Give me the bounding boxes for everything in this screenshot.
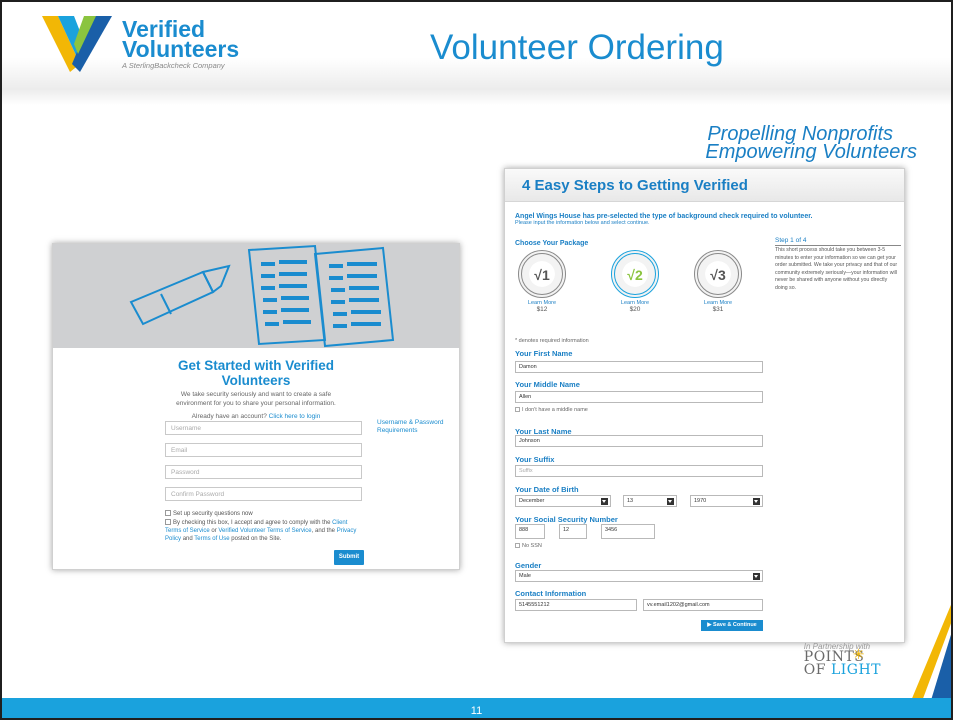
no-middle-name-option[interactable]: I don't have a middle name [515, 407, 588, 413]
login-link[interactable]: Click here to login [269, 413, 321, 420]
login-prompt-text: Already have an account? [191, 413, 267, 420]
logo-v-mark-icon [42, 16, 112, 72]
gender-dropdown-icon [753, 573, 760, 580]
step-description: This short process should take you betwe… [775, 247, 898, 291]
package-2-price: $20 [629, 306, 641, 313]
page-number: 11 [470, 705, 483, 717]
pen-and-documents-icon [129, 244, 395, 348]
dob-year-dropdown-icon [753, 498, 760, 505]
package-3[interactable]: √3 Learn More $31 [692, 250, 744, 313]
gender-value: Male [519, 573, 531, 579]
dob-month-value: December [519, 498, 545, 504]
ssn-part-1-input[interactable]: 888 [515, 524, 545, 539]
save-continue-label: Save & Continue [713, 622, 757, 628]
no-ssn-checkbox[interactable] [515, 543, 520, 548]
package-1-badge-icon[interactable]: √1 [518, 250, 566, 298]
first-name-input[interactable]: Damon [515, 361, 763, 373]
package-1-price: $12 [536, 306, 548, 313]
terms-of-use-link[interactable]: Terms of Use [194, 536, 229, 542]
contact-label: Contact Information [515, 589, 587, 598]
suffix-label: Your Suffix [515, 455, 555, 464]
no-ssn-label: No SSN [522, 543, 542, 549]
order-form-title: 4 Easy Steps to Getting Verified [522, 177, 748, 194]
package-2-level: √2 [627, 267, 643, 283]
requirements-link[interactable]: Username & Password Requirements [377, 419, 457, 435]
terms-or-text: or [211, 528, 217, 534]
package-3-price: $31 [712, 306, 724, 313]
logo-tagline: A SterlingBackcheck Company [122, 61, 225, 70]
password-input[interactable]: Password [165, 465, 362, 479]
ssn-part-2-input[interactable]: 12 [559, 524, 587, 539]
security-questions-option[interactable]: Set up security questions now [165, 510, 365, 518]
security-questions-label: Set up security questions now [173, 511, 253, 517]
slide-title: Volunteer Ordering [430, 28, 724, 67]
logo-word-volunteers: Volunteers [122, 36, 240, 62]
vv-terms-link[interactable]: Verified Volunteer Terms of Service [218, 528, 311, 534]
gender-label: Gender [515, 561, 542, 570]
required-note: * denotes required information [515, 338, 589, 344]
terms-and-text: and [182, 536, 193, 542]
dob-month-dropdown-icon [601, 498, 608, 505]
middle-name-input[interactable]: Allen [515, 391, 763, 403]
signup-description: We take security seriously and want to c… [176, 391, 336, 407]
confirm-password-input[interactable]: Confirm Password [165, 487, 362, 501]
terms-posted-text: posted on the Site. [231, 536, 282, 542]
dob-year-value: 1970 [694, 498, 707, 504]
points-of-light-name: POINTS OF LIGHT [803, 650, 881, 678]
dob-day-select[interactable]: 13 [623, 495, 677, 507]
save-continue-button[interactable]: ▶ Save & Continue [701, 620, 763, 631]
package-3-level: √3 [710, 267, 726, 283]
dob-month-select[interactable]: December [515, 495, 611, 507]
package-1-level: √1 [534, 267, 550, 283]
tagline-line-2: Empowering Volunteers [705, 141, 917, 163]
signup-form: Get Started with Verified Volunteers We … [53, 348, 459, 565]
signup-hero-image [53, 244, 459, 348]
email-input-order[interactable]: vv.email1202@gmail.com [643, 599, 763, 611]
terms-checkbox[interactable] [165, 519, 171, 525]
dob-year-select[interactable]: 1970 [690, 495, 763, 507]
ssn-label: Your Social Security Number [515, 515, 618, 524]
order-form-header: 4 Easy Steps to Getting Verified [505, 169, 904, 202]
of-text: OF [803, 662, 831, 678]
package-2-badge-icon[interactable]: √2 [611, 250, 659, 298]
middle-name-label: Your Middle Name [515, 380, 580, 389]
no-middle-name-checkbox[interactable] [515, 407, 520, 412]
dob-day-value: 13 [627, 498, 634, 504]
dob-label: Your Date of Birth [515, 485, 579, 494]
tagline: Propelling Nonprofits Empowering Volunte… [705, 124, 917, 162]
terms-and-the-text: , and the [311, 528, 336, 534]
dob-day-dropdown-icon [667, 498, 674, 505]
terms-agreement: By checking this box, I accept and agree… [165, 519, 365, 543]
signup-screenshot: Get Started with Verified Volunteers We … [52, 243, 460, 570]
star-burst-icon: ✳ [852, 646, 865, 662]
step-indicator: Step 1 of 4 [775, 237, 901, 246]
security-questions-checkbox[interactable] [165, 510, 171, 516]
package-2[interactable]: √2 Learn More $20 [609, 250, 661, 313]
order-intro-sub: Please input the information below and s… [515, 220, 650, 226]
phone-input[interactable]: 5145551212 [515, 599, 637, 611]
last-name-input[interactable]: Johnson [515, 435, 763, 447]
terms-agree-prefix: By checking this box, I accept and agree… [173, 520, 331, 526]
verified-volunteers-logo: Verified Volunteers A SterlingBackcheck … [40, 14, 240, 74]
suffix-input[interactable]: Suffix [515, 465, 763, 477]
package-3-badge-icon[interactable]: √3 [694, 250, 742, 298]
submit-button[interactable]: Submit [334, 550, 364, 565]
gender-select[interactable]: Male [515, 570, 763, 582]
package-label: Choose Your Package [515, 240, 589, 247]
points-of-light-logo: In Partnership with POINTS OF LIGHT ✳ [804, 642, 881, 677]
first-name-label: Your First Name [515, 349, 573, 358]
package-1[interactable]: √1 Learn More $12 [516, 250, 568, 313]
no-middle-name-label: I don't have a middle name [522, 407, 588, 413]
signup-title: Get Started with Verified Volunteers [177, 358, 335, 388]
ssn-part-3-input[interactable]: 3456 [601, 524, 655, 539]
email-input[interactable]: Email [165, 443, 362, 457]
username-input[interactable]: Username [165, 421, 362, 435]
order-form-screenshot: 4 Easy Steps to Getting Verified Angel W… [504, 168, 905, 643]
no-ssn-option[interactable]: No SSN [515, 543, 542, 549]
